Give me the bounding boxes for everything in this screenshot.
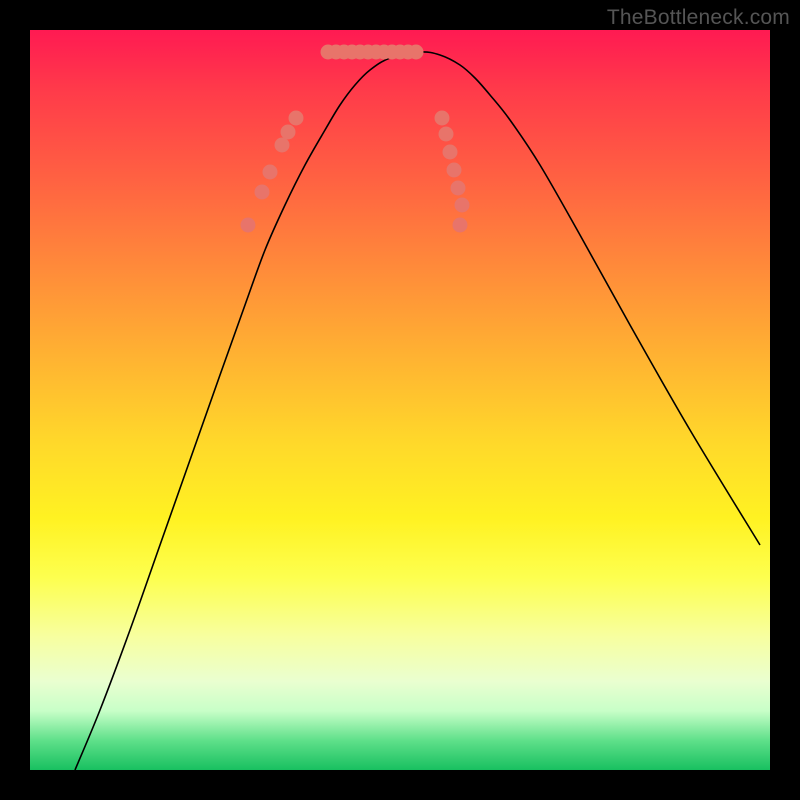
- plot-area: [30, 30, 770, 770]
- attribution-text: TheBottleneck.com: [607, 6, 790, 30]
- highlight-dot: [447, 163, 462, 178]
- highlight-dot: [275, 138, 290, 153]
- bottleneck-curve: [75, 52, 760, 770]
- highlight-dots-group: [241, 111, 470, 233]
- highlight-dot: [241, 218, 256, 233]
- highlight-dot: [453, 218, 468, 233]
- highlight-dot: [455, 198, 470, 213]
- highlight-dot: [439, 127, 454, 142]
- highlight-dot: [255, 185, 270, 200]
- highlight-dot: [289, 111, 304, 126]
- highlight-dot: [281, 125, 296, 140]
- flat-marker-dot: [409, 45, 424, 60]
- highlight-dot: [435, 111, 450, 126]
- chart-frame: TheBottleneck.com: [0, 0, 800, 800]
- highlight-dot: [443, 145, 458, 160]
- highlight-dot: [263, 165, 278, 180]
- curve-svg: [30, 30, 770, 770]
- highlight-dot: [451, 181, 466, 196]
- flat-marker-group: [321, 45, 424, 60]
